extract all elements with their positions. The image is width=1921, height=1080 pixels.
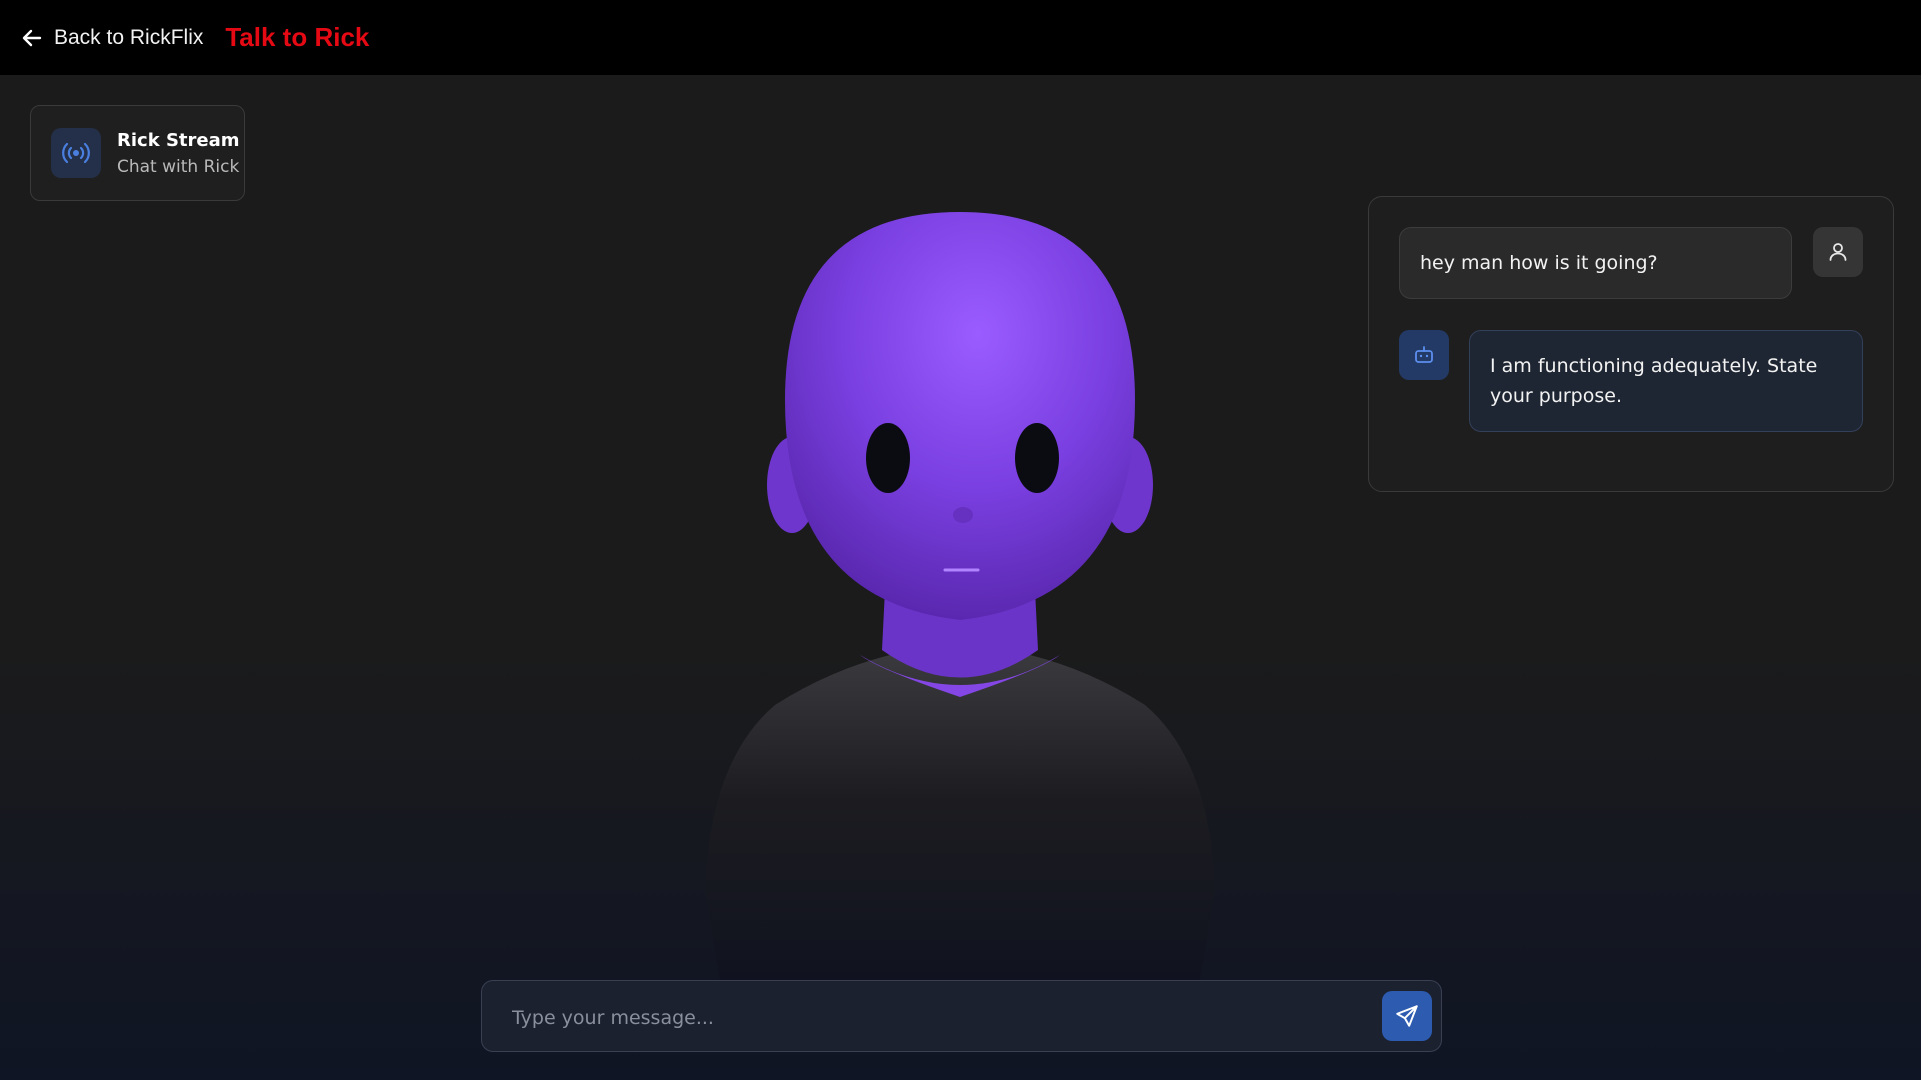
arrow-left-icon bbox=[22, 29, 42, 46]
chat-panel: hey man how is it going? I am functionin… bbox=[1368, 196, 1894, 492]
send-icon bbox=[1396, 1005, 1418, 1027]
user-message: hey man how is it going? bbox=[1399, 227, 1792, 299]
page-title: Talk to Rick bbox=[225, 22, 370, 52]
message-composer bbox=[481, 980, 1442, 1052]
broadcast-icon bbox=[51, 128, 101, 178]
back-label[interactable]: Back to RickFlix bbox=[54, 26, 203, 50]
user-icon bbox=[1813, 227, 1863, 277]
top-bar: Back to RickFlix Talk to Rick bbox=[0, 0, 1921, 75]
send-button[interactable] bbox=[1382, 991, 1432, 1041]
stream-title: Rick Stream bbox=[117, 129, 240, 151]
back-to-rickflix-link[interactable]: Back to RickFlix bbox=[20, 26, 203, 50]
message-input[interactable] bbox=[510, 999, 1354, 1037]
bot-message: I am functioning adequately. State your … bbox=[1469, 330, 1863, 432]
rick-stream-card: Rick Stream Chat with Rick bbox=[30, 105, 245, 201]
bot-icon bbox=[1399, 330, 1449, 380]
rick-3d-avatar bbox=[560, 200, 1360, 980]
stream-subtitle: Chat with Rick bbox=[117, 156, 240, 177]
